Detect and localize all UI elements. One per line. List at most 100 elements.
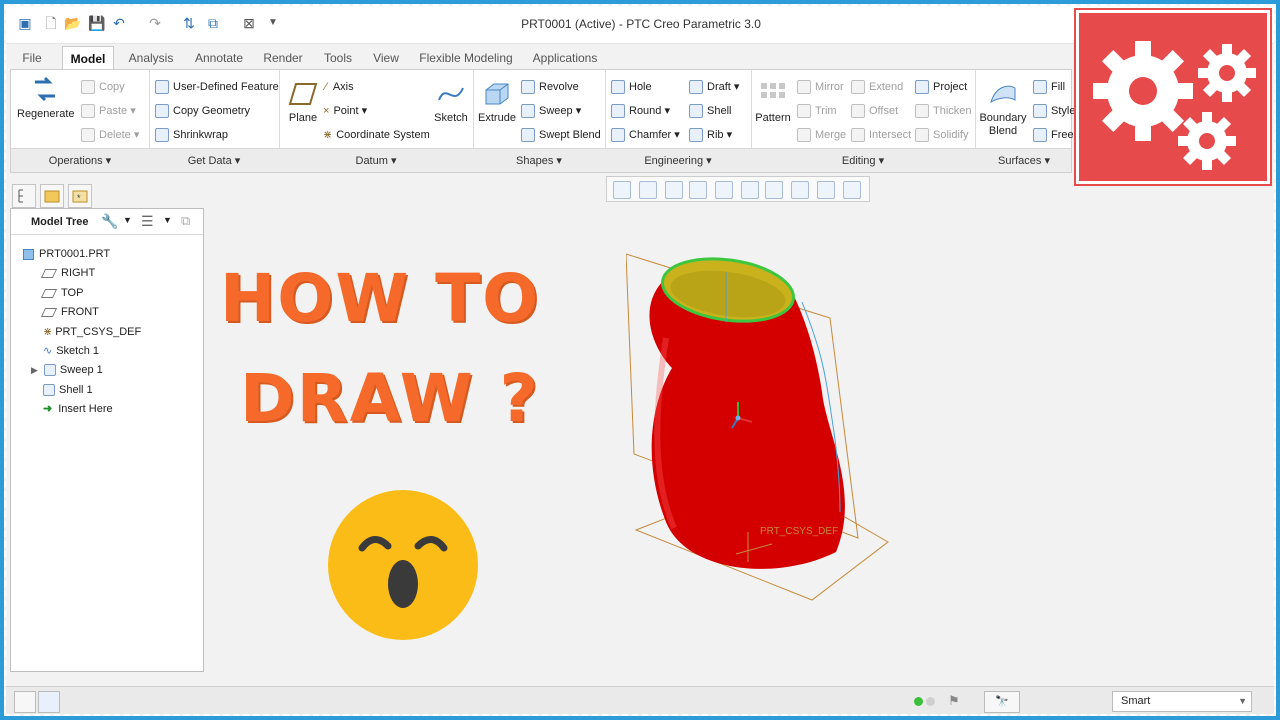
tab-file[interactable]: File — [12, 46, 52, 70]
intersect-label: Intersect — [869, 129, 912, 141]
coordinate-system-button[interactable]: ⋇ Coordinate System — [323, 126, 430, 144]
round-button[interactable]: Round ▾ — [611, 102, 670, 120]
tab-render[interactable]: Render — [254, 46, 312, 70]
boundary-label: Boundary — [979, 112, 1027, 124]
expand-arrow-icon[interactable]: ▶ — [31, 365, 38, 375]
model-tree-title: Model Tree — [31, 216, 89, 228]
tree-item-part[interactable]: PRT0001.PRT — [23, 245, 110, 264]
project-icon — [915, 80, 929, 95]
graphics-area[interactable]: HOW TO DRAW ? PRT_CSYS_DEF — [206, 176, 1274, 686]
draft-button[interactable]: Draft ▾ — [689, 78, 739, 96]
tree-item-right[interactable]: RIGHT — [40, 264, 95, 283]
show-navigator-icon[interactable] — [14, 691, 36, 713]
boundary-blend-button[interactable]: Boundary Blend — [979, 80, 1027, 138]
point-button[interactable]: × Point ▾ — [323, 102, 367, 120]
regenerate-icon — [35, 76, 55, 102]
editing-group[interactable]: Editing ▾ — [751, 154, 975, 167]
freestyle-button[interactable]: Frees — [1033, 126, 1079, 144]
trim-icon — [797, 104, 811, 119]
tree-item-insert-here[interactable]: ➜ Insert Here — [43, 400, 113, 419]
tree-item-top[interactable]: TOP — [40, 284, 83, 303]
fill-button[interactable]: Fill — [1033, 78, 1065, 96]
solidify-button[interactable]: Solidify — [915, 126, 968, 144]
tree-item-shell[interactable]: Shell 1 — [43, 381, 93, 400]
trim-label: Trim — [815, 105, 837, 117]
datum-group[interactable]: Datum ▾ — [279, 154, 473, 167]
favorites-tab-icon[interactable]: * — [68, 184, 92, 208]
tree-filter-icon[interactable]: ⧉ — [181, 213, 190, 229]
point-icon: × — [323, 105, 330, 117]
chamfer-button[interactable]: Chamfer ▾ — [611, 126, 680, 144]
copy-geometry-button[interactable]: Copy Geometry — [155, 102, 250, 120]
sketch-button[interactable]: Sketch — [431, 80, 471, 125]
offset-button[interactable]: Offset — [851, 102, 898, 120]
shell-label: Shell — [707, 105, 732, 117]
sweep-button[interactable]: Sweep ▾ — [521, 102, 581, 120]
sweep-label: Sweep — [539, 105, 573, 117]
flag-icon[interactable]: ⚑ — [948, 693, 960, 709]
pattern-button[interactable]: Pattern — [753, 80, 793, 125]
gears-logo — [1074, 8, 1272, 186]
hole-label: Hole — [629, 81, 652, 93]
mirror-button[interactable]: Mirror — [797, 78, 844, 96]
selection-filter[interactable]: Smart ▼ — [1112, 691, 1252, 712]
tab-annotate[interactable]: Annotate — [186, 46, 252, 70]
shell-button[interactable]: Shell — [689, 102, 731, 120]
paste-button[interactable]: Paste ▾ — [81, 102, 136, 120]
merge-button[interactable]: Merge — [797, 126, 846, 144]
shapes-group[interactable]: Shapes ▾ — [473, 154, 605, 167]
style-button[interactable]: Style — [1033, 102, 1075, 120]
swept-blend-button[interactable]: Swept Blend — [521, 126, 601, 144]
find-icon[interactable]: 🔭 — [984, 691, 1020, 713]
coordinate-system-label: Coordinate System — [336, 129, 430, 141]
tree-item-label: FRONT — [61, 306, 99, 318]
project-button[interactable]: Project — [915, 78, 967, 96]
folder-browser-tab-icon[interactable] — [40, 184, 64, 208]
csys-icon: ⋇ — [43, 326, 53, 338]
extrude-button[interactable]: Extrude — [477, 80, 517, 125]
tree-settings-icon[interactable]: 🔧 — [101, 213, 118, 230]
rib-button[interactable]: Rib ▾ — [689, 126, 732, 144]
intersect-icon — [851, 128, 865, 143]
tab-analysis[interactable]: Analysis — [118, 46, 184, 70]
tree-item-sketch[interactable]: ∿ Sketch 1 — [43, 342, 99, 361]
intersect-button[interactable]: Intersect — [851, 126, 911, 144]
tab-tools[interactable]: Tools — [314, 46, 362, 70]
shrinkwrap-button[interactable]: Shrinkwrap — [155, 126, 228, 144]
get-data-group[interactable]: Get Data ▾ — [149, 154, 279, 167]
shapes-group-label: Shapes — [516, 155, 554, 167]
thicken-button[interactable]: Thicken — [915, 102, 972, 120]
show-browser-icon[interactable] — [38, 691, 60, 713]
surfaces-group[interactable]: Surfaces ▾ — [975, 154, 1073, 167]
udf-button[interactable]: User-Defined Feature — [155, 78, 279, 96]
tab-view[interactable]: View — [364, 46, 408, 70]
extend-button[interactable]: Extend — [851, 78, 903, 96]
trim-button[interactable]: Trim — [797, 102, 837, 120]
tab-applications[interactable]: Applications — [524, 46, 606, 70]
tree-item-csys[interactable]: ⋇ PRT_CSYS_DEF — [43, 323, 141, 342]
tab-flexible-modeling[interactable]: Flexible Modeling — [410, 46, 522, 70]
rib-icon — [689, 128, 703, 143]
axis-button[interactable]: ⁄ Axis — [325, 78, 354, 96]
model-tree-tab-icon[interactable] — [12, 184, 36, 208]
sketch-label: Sketch — [434, 112, 468, 124]
engineering-group[interactable]: Engineering ▾ — [605, 154, 751, 167]
operations-group[interactable]: Operations ▾ — [11, 154, 149, 167]
show-dropdown-icon[interactable]: ▼ — [163, 215, 172, 225]
merge-label: Merge — [815, 129, 847, 141]
surfaces-group-label: Surfaces — [998, 155, 1042, 167]
tree-settings-dropdown-icon[interactable]: ▼ — [123, 215, 132, 225]
plane-button[interactable]: Plane — [283, 80, 323, 125]
draft-label: Draft — [707, 81, 731, 93]
swept-blend-icon — [521, 128, 535, 143]
regenerate-button[interactable]: Regenerate — [17, 76, 75, 121]
shell-icon — [43, 384, 55, 397]
tree-item-sweep[interactable]: ▶ Sweep 1 — [31, 361, 103, 380]
delete-button[interactable]: Delete ▾ — [81, 126, 139, 144]
tree-item-front[interactable]: FRONT — [40, 303, 99, 322]
tab-model[interactable]: Model — [62, 46, 114, 70]
hole-button[interactable]: Hole — [611, 78, 652, 96]
copy-button[interactable]: Copy — [81, 78, 125, 96]
show-list-icon[interactable]: ☰ — [141, 213, 154, 230]
revolve-button[interactable]: Revolve — [521, 78, 579, 96]
